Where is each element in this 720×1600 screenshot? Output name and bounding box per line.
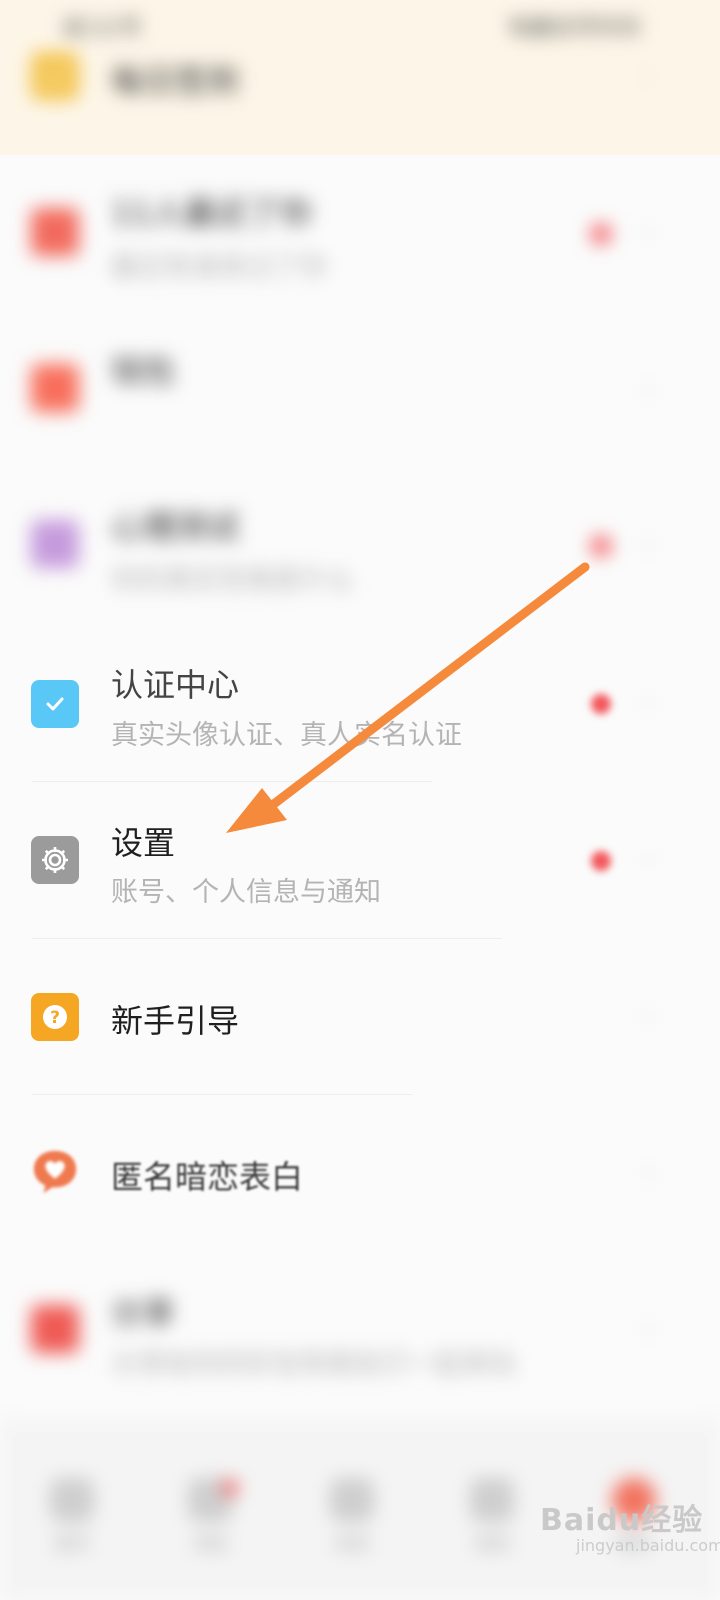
annotation-arrow [226, 562, 590, 833]
annotation-arrow-head [226, 788, 287, 833]
annotation-arrow-shaft [257, 562, 590, 818]
